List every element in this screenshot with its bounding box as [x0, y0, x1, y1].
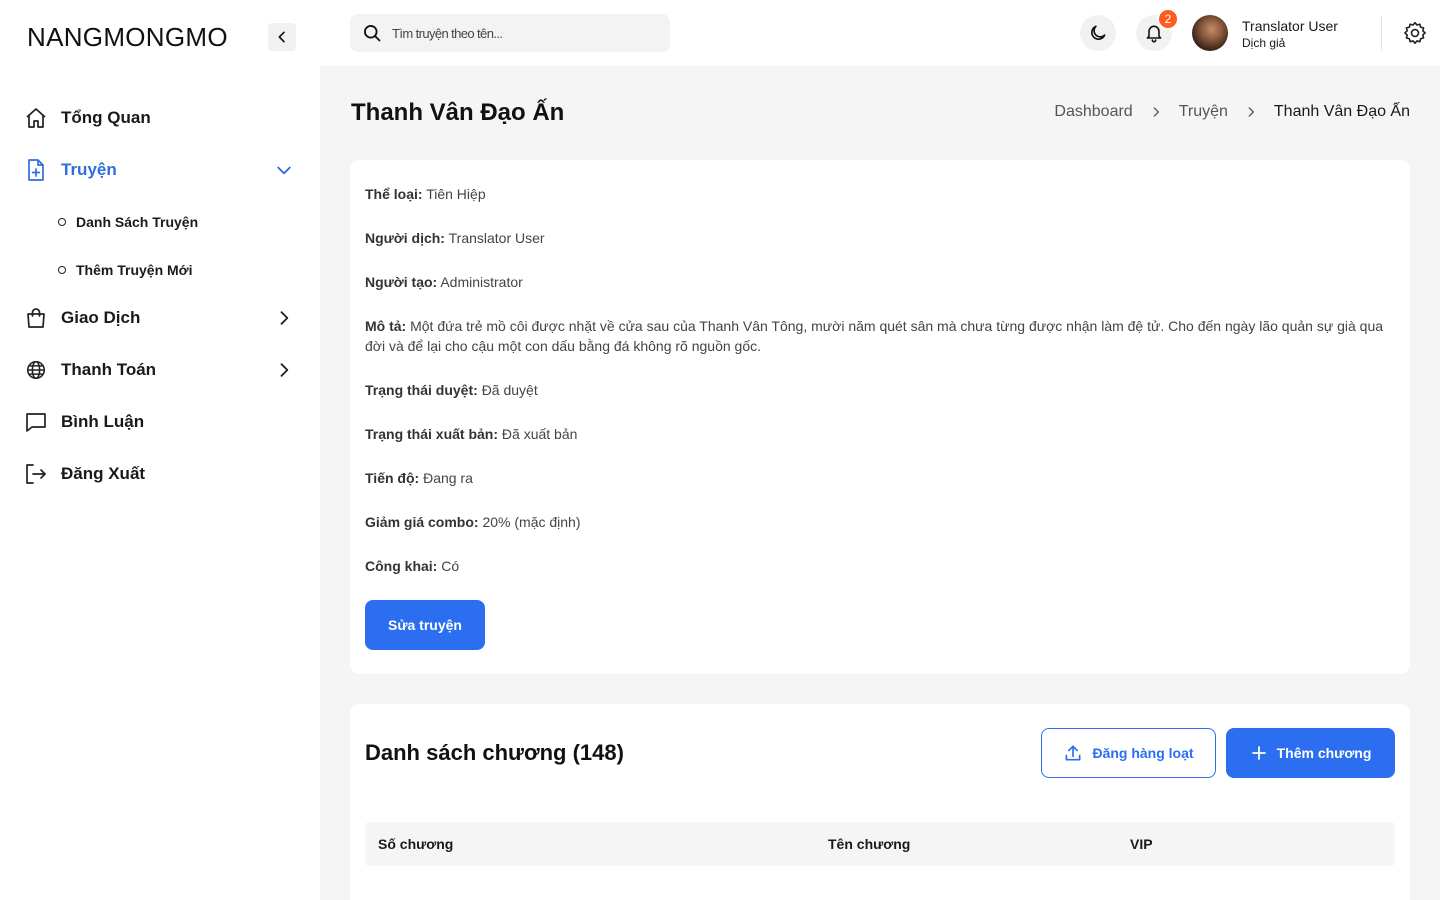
- breadcrumb: Dashboard Truyện Thanh Vân Đạo Ấn: [1054, 103, 1410, 121]
- add-chapter-label: Thêm chương: [1276, 745, 1372, 761]
- info-label: Trạng thái xuất bản:: [365, 426, 499, 442]
- column-header-vip[interactable]: VIP: [1130, 836, 1153, 852]
- sidebar: NANGMONGMO Tổng Quan Truyện Danh Sách Tr…: [0, 0, 320, 900]
- info-label: Công khai:: [365, 558, 438, 574]
- sidebar-item-truyen[interactable]: Truyện: [24, 152, 304, 188]
- info-value: Đã xuất bản: [501, 426, 578, 442]
- top-header: 2 Translator User Dịch giả: [320, 0, 1440, 66]
- chevron-right-icon: [1149, 105, 1163, 119]
- info-value: Một đứa trẻ mồ côi được nhặt về cửa sau …: [365, 318, 1384, 354]
- sidebar-item-label: Đăng Xuất: [61, 464, 146, 483]
- chapters-card: Danh sách chương (148) Đăng hàng loạt Th…: [350, 704, 1410, 900]
- info-progress: Tiến độ: Đang ra: [365, 468, 1395, 488]
- settings-button[interactable]: [1402, 20, 1428, 46]
- chevron-right-icon: [272, 358, 296, 382]
- info-label: Giảm giá combo:: [365, 514, 479, 530]
- bullet-icon: [58, 266, 66, 274]
- info-public: Công khai: Có: [365, 556, 1395, 576]
- message-icon: [24, 410, 48, 434]
- sidebar-item-tong-quan[interactable]: Tổng Quan: [24, 100, 304, 136]
- info-label: Mô tả:: [365, 318, 407, 334]
- info-label: Người tạo:: [365, 274, 438, 290]
- app-logo[interactable]: NANGMONGMO: [27, 22, 228, 53]
- search-box[interactable]: [350, 14, 670, 52]
- info-label: Trạng thái duyệt:: [365, 382, 478, 398]
- bullet-icon: [58, 218, 66, 226]
- info-label: Người dịch:: [365, 230, 445, 246]
- sidebar-item-label: Tổng Quan: [61, 108, 151, 127]
- file-plus-icon: [24, 158, 48, 182]
- collapse-sidebar-button[interactable]: [268, 23, 296, 51]
- chapters-table-header: Số chương Tên chương VIP: [365, 822, 1395, 866]
- bulk-upload-label: Đăng hàng loạt: [1092, 745, 1194, 761]
- header-divider: [1381, 16, 1382, 50]
- upload-icon: [1065, 745, 1081, 761]
- gear-icon: [1404, 21, 1426, 44]
- sidebar-subitem-label: Danh Sách Truyện: [76, 214, 199, 230]
- moon-icon: [1091, 25, 1106, 40]
- sidebar-item-dang-xuat[interactable]: Đăng Xuất: [24, 456, 304, 492]
- logo-row: NANGMONGMO: [0, 0, 320, 72]
- breadcrumb-current: Thanh Vân Đạo Ấn: [1273, 103, 1410, 120]
- edit-story-button[interactable]: Sửa truyện: [365, 600, 485, 650]
- search-icon: [364, 25, 381, 42]
- chevron-right-icon: [272, 306, 296, 330]
- info-value: Administrator: [440, 274, 523, 290]
- story-info-card: Thể loại: Tiên Hiệp Người dịch: Translat…: [350, 160, 1410, 674]
- info-description: Mô tả: Một đứa trẻ mồ côi được nhặt về c…: [365, 316, 1395, 356]
- chevron-right-icon: [1244, 105, 1258, 119]
- info-value: 20% (mặc định): [482, 514, 581, 530]
- chapters-title: Danh sách chương (148): [365, 740, 624, 765]
- info-creator: Người tạo: Administrator: [365, 272, 1395, 292]
- search-input[interactable]: [392, 25, 652, 41]
- dark-mode-toggle[interactable]: [1080, 15, 1116, 51]
- info-value: Có: [441, 558, 460, 574]
- info-value: Đã duyệt: [481, 382, 538, 398]
- breadcrumb-dashboard[interactable]: Dashboard: [1054, 103, 1132, 121]
- info-genre: Thể loại: Tiên Hiệp: [365, 184, 1395, 204]
- sidebar-subitem-label: Thêm Truyện Mới: [76, 262, 193, 278]
- sidebar-item-label: Truyện: [61, 160, 117, 179]
- sidebar-item-label: Thanh Toán: [61, 360, 157, 379]
- info-label: Tiến độ:: [365, 470, 420, 486]
- info-translator: Người dịch: Translator User: [365, 228, 1395, 248]
- sidebar-item-label: Bình Luận: [61, 412, 145, 431]
- info-label: Thể loại:: [365, 186, 423, 202]
- column-header-chapter-name[interactable]: Tên chương: [828, 836, 910, 852]
- info-review-status: Trạng thái duyệt: Đã duyệt: [365, 380, 1395, 400]
- breadcrumb-truyen[interactable]: Truyện: [1179, 103, 1228, 121]
- shopping-bag-icon: [24, 306, 48, 330]
- sidebar-subitem-danh-sach-truyen[interactable]: Danh Sách Truyện: [58, 211, 198, 233]
- home-icon: [24, 106, 48, 130]
- sidebar-item-thanh-toan[interactable]: Thanh Toán: [24, 352, 304, 388]
- sidebar-item-label: Giao Dịch: [61, 308, 141, 327]
- user-name[interactable]: Translator User: [1242, 18, 1338, 34]
- sidebar-subitem-them-truyen-moi[interactable]: Thêm Truyện Mới: [58, 259, 193, 281]
- user-role: Dịch giả: [1242, 36, 1286, 50]
- sidebar-item-giao-dich[interactable]: Giao Dịch: [24, 300, 304, 336]
- info-publish-status: Trạng thái xuất bản: Đã xuất bản: [365, 424, 1395, 444]
- sidebar-item-binh-luan[interactable]: Bình Luận: [24, 404, 304, 440]
- add-chapter-button[interactable]: Thêm chương: [1226, 728, 1395, 778]
- info-value: Translator User: [448, 230, 545, 246]
- logout-icon: [24, 462, 48, 486]
- avatar[interactable]: [1192, 15, 1228, 51]
- notification-badge: 2: [1157, 8, 1179, 30]
- bulk-upload-button[interactable]: Đăng hàng loạt: [1041, 728, 1216, 778]
- plus-icon: [1251, 746, 1266, 760]
- info-value: Tiên Hiệp: [426, 186, 486, 202]
- page-title: Thanh Vân Đạo Ấn: [351, 99, 565, 126]
- globe-icon: [24, 358, 48, 382]
- chevron-down-icon: [272, 158, 296, 182]
- chevron-left-icon: [278, 31, 285, 43]
- column-header-chapter-number[interactable]: Số chương: [378, 836, 453, 852]
- info-combo-discount: Giảm giá combo: 20% (mặc định): [365, 512, 1395, 532]
- info-value: Đang ra: [423, 470, 473, 486]
